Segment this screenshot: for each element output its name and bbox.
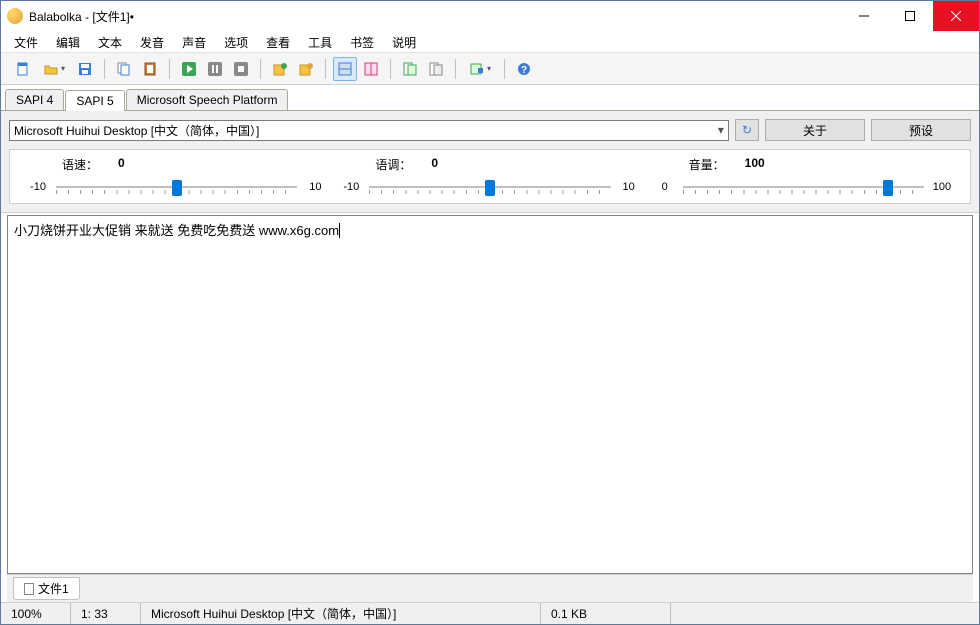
- pitch-value: 0: [431, 156, 438, 173]
- menu-help[interactable]: 说明: [383, 31, 425, 52]
- toolbar-separator: [325, 59, 326, 79]
- menu-options[interactable]: 选项: [215, 31, 257, 52]
- window-title: Balabolka - [文件1]•: [29, 8, 841, 25]
- pause-button[interactable]: [203, 57, 227, 81]
- text-editor[interactable]: 小刀烧饼开业大促销 来就送 免费吃免费送 www.x6g.com: [7, 215, 973, 574]
- rate-slider[interactable]: [56, 177, 297, 197]
- tab-ms-speech[interactable]: Microsoft Speech Platform: [126, 89, 289, 110]
- tab-sapi5[interactable]: SAPI 5: [65, 90, 124, 111]
- editor-content: 小刀烧饼开业大促销 来就送 免费吃免费送 www.x6g.com: [14, 223, 339, 238]
- status-zoom: 100%: [1, 603, 71, 624]
- volume-label: 音量：: [689, 156, 725, 173]
- export-clip-button[interactable]: [294, 57, 318, 81]
- paste-button[interactable]: [138, 57, 162, 81]
- title-bar: Balabolka - [文件1]•: [1, 1, 979, 31]
- engine-tabs: SAPI 4 SAPI 5 Microsoft Speech Platform: [1, 85, 979, 111]
- script-b-button[interactable]: [424, 57, 448, 81]
- status-size: 0.1 KB: [541, 603, 671, 624]
- menu-view[interactable]: 查看: [257, 31, 299, 52]
- volume-min: 0: [653, 181, 677, 193]
- menu-tools[interactable]: 工具: [299, 31, 341, 52]
- toolbar-separator: [390, 59, 391, 79]
- minimize-button[interactable]: [841, 1, 887, 31]
- help-button[interactable]: ?: [512, 57, 536, 81]
- save-button[interactable]: [73, 57, 97, 81]
- toolbar-separator: [455, 59, 456, 79]
- extension-button[interactable]: [463, 57, 497, 81]
- status-voice: Microsoft Huihui Desktop [中文（简体，中国）]: [141, 603, 541, 624]
- text-cursor: [339, 223, 340, 238]
- tab-sapi4[interactable]: SAPI 4: [5, 89, 64, 110]
- document-icon: [24, 583, 34, 595]
- about-voice-button[interactable]: 关于: [765, 119, 865, 141]
- pitch-label: 语调：: [375, 156, 411, 173]
- menu-bookmark[interactable]: 书签: [341, 31, 383, 52]
- pitch-slider-group: 语调： 0 -10 10: [339, 156, 640, 197]
- rate-label: 语速：: [62, 156, 98, 173]
- export-audio-button[interactable]: [268, 57, 292, 81]
- panel-b-button[interactable]: [359, 57, 383, 81]
- document-tab-label: 文件1: [38, 580, 69, 597]
- toolbar-separator: [260, 59, 261, 79]
- rate-max: 10: [303, 181, 327, 193]
- sliders-panel: 语速： 0 -10 10 语调： 0 -10 10 音量： 100 0 100: [9, 149, 971, 204]
- toolbar-separator: [169, 59, 170, 79]
- rate-min: -10: [26, 181, 50, 193]
- voice-panel: Microsoft Huihui Desktop [中文（简体，中国）] ↻ 关…: [1, 111, 979, 213]
- volume-max: 100: [930, 181, 954, 193]
- copy-button[interactable]: [112, 57, 136, 81]
- menu-file[interactable]: 文件: [5, 31, 47, 52]
- preset-button[interactable]: 预设: [871, 119, 971, 141]
- status-bar: 100% 1: 33 Microsoft Huihui Desktop [中文（…: [1, 602, 979, 624]
- toolbar-separator: [104, 59, 105, 79]
- close-button[interactable]: [933, 1, 979, 31]
- play-button[interactable]: [177, 57, 201, 81]
- status-position: 1: 33: [71, 603, 141, 624]
- maximize-button[interactable]: [887, 1, 933, 31]
- volume-value: 100: [745, 156, 765, 173]
- document-tabs: 文件1: [7, 574, 973, 602]
- stop-button[interactable]: [229, 57, 253, 81]
- voice-select[interactable]: Microsoft Huihui Desktop [中文（简体，中国）]: [9, 120, 729, 141]
- refresh-voices-button[interactable]: ↻: [735, 119, 759, 141]
- open-file-button[interactable]: [37, 57, 71, 81]
- toolbar-separator: [504, 59, 505, 79]
- menu-speak[interactable]: 发音: [131, 31, 173, 52]
- volume-slider-group: 音量： 100 0 100: [653, 156, 954, 197]
- app-icon: [7, 8, 23, 24]
- rate-value: 0: [118, 156, 125, 173]
- pitch-max: 10: [617, 181, 641, 193]
- rate-slider-group: 语速： 0 -10 10: [26, 156, 327, 197]
- new-file-button[interactable]: [11, 57, 35, 81]
- volume-slider[interactable]: [683, 177, 924, 197]
- document-tab-1[interactable]: 文件1: [13, 577, 80, 600]
- panel-a-button[interactable]: [333, 57, 357, 81]
- pitch-slider[interactable]: [369, 177, 610, 197]
- menu-edit[interactable]: 编辑: [47, 31, 89, 52]
- voice-select-value: Microsoft Huihui Desktop [中文（简体，中国）]: [14, 122, 259, 139]
- pitch-min: -10: [339, 181, 363, 193]
- toolbar: ?: [1, 53, 979, 85]
- script-a-button[interactable]: [398, 57, 422, 81]
- refresh-icon: ↻: [742, 123, 752, 137]
- menu-bar: 文件 编辑 文本 发音 声音 选项 查看 工具 书签 说明: [1, 31, 979, 53]
- svg-text:?: ?: [521, 65, 527, 76]
- menu-voice[interactable]: 声音: [173, 31, 215, 52]
- menu-text[interactable]: 文本: [89, 31, 131, 52]
